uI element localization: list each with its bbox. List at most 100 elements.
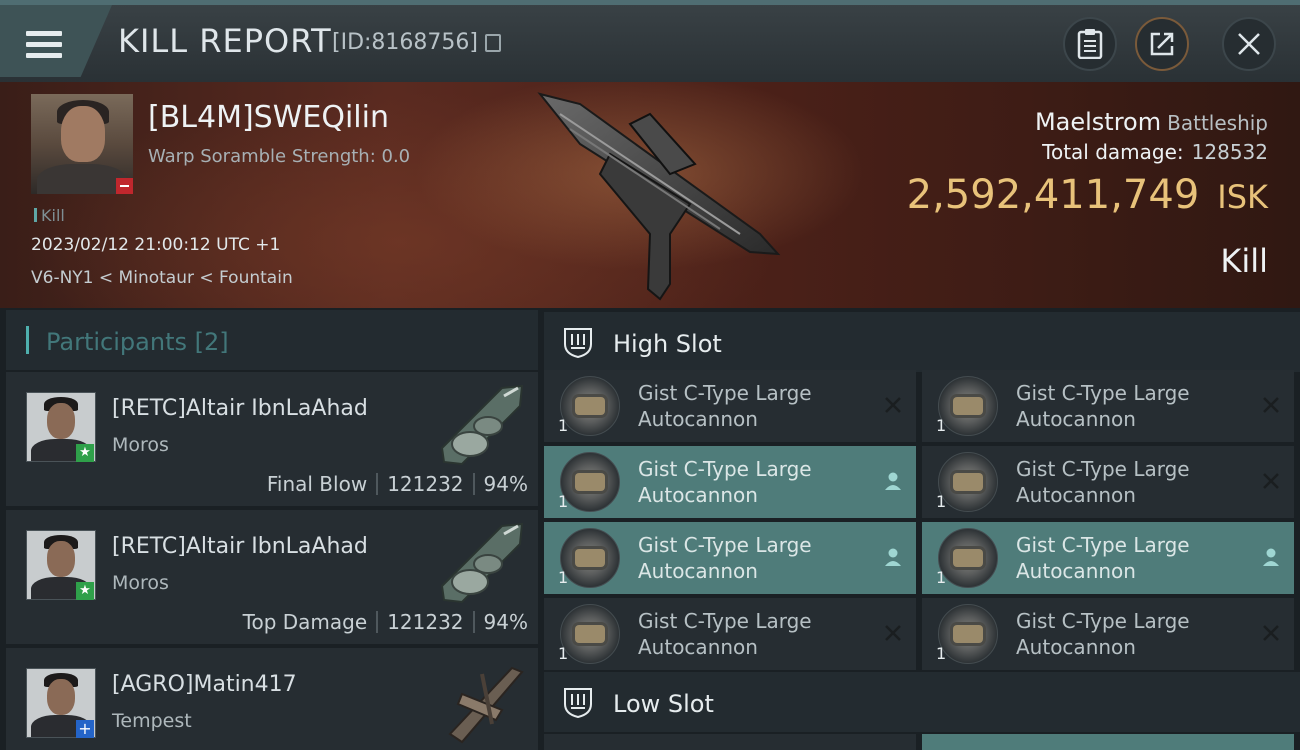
autocannon-icon — [938, 452, 998, 512]
module-slot[interactable]: 1 Gist C-Type Large Autocannon — [544, 370, 916, 442]
kill-datetime: 2023/02/12 21:00:12 UTC +1 — [31, 235, 281, 255]
participant-card[interactable]: ★ [RETC]Altair IbnLaAhad Moros Top Damag… — [6, 510, 538, 644]
participants-panel[interactable]: Participants [2] ★ [RETC]Altair IbnLaAha… — [0, 308, 540, 750]
participants-label: Participants — [46, 328, 187, 356]
participant-stats: Top Damage 121232 94% — [243, 610, 528, 634]
high-slot-title: High Slot — [613, 330, 722, 358]
total-damage: Total damage: 128532 — [1042, 140, 1268, 164]
destroyed-x-icon — [885, 397, 901, 413]
kill-location[interactable]: V6-NY1 < Minotaur < Fountain — [31, 268, 293, 288]
destroyed-x-icon — [1263, 397, 1279, 413]
low-slot-icon — [564, 688, 592, 718]
low-slot-title: Low Slot — [613, 690, 714, 718]
module-quantity: 1 — [558, 416, 569, 435]
pilot-icon — [885, 548, 901, 566]
victim-ship-class: Battleship — [1167, 111, 1268, 135]
participant-percent: 94% — [483, 472, 528, 496]
high-slot-icon — [564, 328, 592, 358]
menu-button[interactable] — [0, 5, 112, 77]
corp-standing-badge — [116, 178, 133, 194]
module-slot[interactable]: 1 Gist C-Type Large Autocannon — [544, 522, 916, 594]
participant-ship-image — [448, 666, 524, 744]
participant-role: Final Blow — [266, 472, 368, 496]
victim-ship[interactable]: Maelstrom Battleship — [1035, 108, 1268, 136]
star-icon: ★ — [76, 444, 94, 462]
page-title: KILL REPORT — [118, 22, 332, 60]
module-quantity: 1 — [558, 644, 569, 663]
isk-amount: 2,592,411,749 — [906, 172, 1200, 218]
participant-ship: Tempest — [112, 710, 192, 732]
module-slot[interactable]: 1 Gist C-Type Large Autocannon — [922, 370, 1294, 442]
autocannon-icon — [560, 528, 620, 588]
destroyed-x-icon — [1263, 473, 1279, 489]
participant-card[interactable]: ★ [RETC]Altair IbnLaAhad Moros Final Blo… — [6, 372, 538, 506]
module-slot[interactable]: 1 Gist C-Type Large Autocannon — [544, 598, 916, 670]
participant-percent: 94% — [483, 610, 528, 634]
module-slot[interactable]: 1 Gist C-Type Large Autocannon — [922, 446, 1294, 518]
participant-card[interactable]: + [AGRO]Matin417 Tempest — [6, 648, 538, 750]
participant-stats: Final Blow 121232 94% — [267, 472, 528, 496]
pilot-icon — [885, 472, 901, 490]
star-icon: ★ — [76, 582, 94, 600]
module-quantity: 1 — [936, 644, 947, 663]
module-slot[interactable]: 1 Gist C-Type Large Autocannon — [544, 446, 916, 518]
participant-role: Top Damage — [242, 610, 368, 634]
victim-ship-image — [537, 92, 781, 301]
plus-icon: + — [76, 720, 94, 738]
autocannon-icon — [560, 376, 620, 436]
autocannon-icon — [938, 604, 998, 664]
kill-result: Kill — [1220, 242, 1268, 280]
share-icon — [1150, 32, 1174, 56]
participant-ship-image — [440, 384, 524, 466]
total-damage-label: Total damage: — [1042, 140, 1184, 164]
clipboard-button[interactable] — [1063, 17, 1117, 71]
participant-name[interactable]: [RETC]Altair IbnLaAhad — [112, 534, 368, 559]
autocannon-icon — [938, 376, 998, 436]
kill-tag: Kill — [34, 206, 65, 225]
high-slot-header: High Slot — [544, 312, 1300, 372]
participants-count: [2] — [194, 328, 229, 356]
participants-header: Participants [2] — [6, 310, 538, 370]
top-accent-line — [0, 0, 1300, 5]
module-slot[interactable]: 1 Gist C-Type Large Autocannon — [922, 522, 1294, 594]
participant-ship: Moros — [112, 434, 169, 456]
participant-name[interactable]: [RETC]Altair IbnLaAhad — [112, 396, 368, 421]
module-quantity: 1 — [936, 416, 947, 435]
clipboard-icon — [1077, 29, 1103, 59]
module-quantity: 1 — [936, 492, 947, 511]
share-button[interactable] — [1135, 17, 1189, 71]
module-name: Gist C-Type Large Autocannon — [1016, 381, 1190, 431]
destroyed-x-icon — [885, 625, 901, 641]
fitting-panel[interactable]: High Slot 1 Gist C-Type Large Autocannon … — [540, 308, 1300, 750]
victim-name[interactable]: [BL4M]SWEQilin — [148, 100, 389, 135]
module-quantity: 1 — [936, 568, 947, 587]
module-slot[interactable]: 1 Gist C-Type Large Autocannon — [922, 598, 1294, 670]
module-name: Gist C-Type Large Autocannon — [638, 533, 812, 583]
isk-unit: ISK — [1217, 178, 1268, 216]
module-name: Gist C-Type Large Autocannon — [1016, 533, 1190, 583]
low-slot-header: Low Slot — [544, 672, 1300, 732]
module-name: Gist C-Type Large Autocannon — [638, 609, 812, 659]
autocannon-icon — [560, 604, 620, 664]
autocannon-icon — [938, 528, 998, 588]
warp-scramble-strength: Warp Soramble Strength: 0.0 — [148, 146, 411, 167]
module-name: Gist C-Type Large Autocannon — [638, 381, 812, 431]
autocannon-icon — [560, 452, 620, 512]
module-name: Gist C-Type Large Autocannon — [1016, 457, 1190, 507]
close-button[interactable] — [1222, 17, 1276, 71]
module-slot[interactable] — [544, 734, 916, 750]
close-icon — [1238, 33, 1260, 55]
participant-damage: 121232 — [387, 610, 464, 634]
participant-damage: 121232 — [387, 472, 464, 496]
module-quantity: 1 — [558, 492, 569, 511]
participant-name[interactable]: [AGRO]Matin417 — [112, 672, 297, 697]
victim-ship-name: Maelstrom — [1034, 108, 1162, 136]
participant-ship: Moros — [112, 572, 169, 594]
module-name: Gist C-Type Large Autocannon — [1016, 609, 1190, 659]
hamburger-menu-icon[interactable] — [26, 31, 62, 59]
copy-icon[interactable] — [485, 34, 501, 52]
pilot-icon — [1263, 548, 1279, 566]
isk-value: 2,592,411,749 ISK — [907, 172, 1268, 218]
module-slot[interactable] — [922, 734, 1294, 750]
total-damage-value: 128532 — [1191, 140, 1268, 164]
